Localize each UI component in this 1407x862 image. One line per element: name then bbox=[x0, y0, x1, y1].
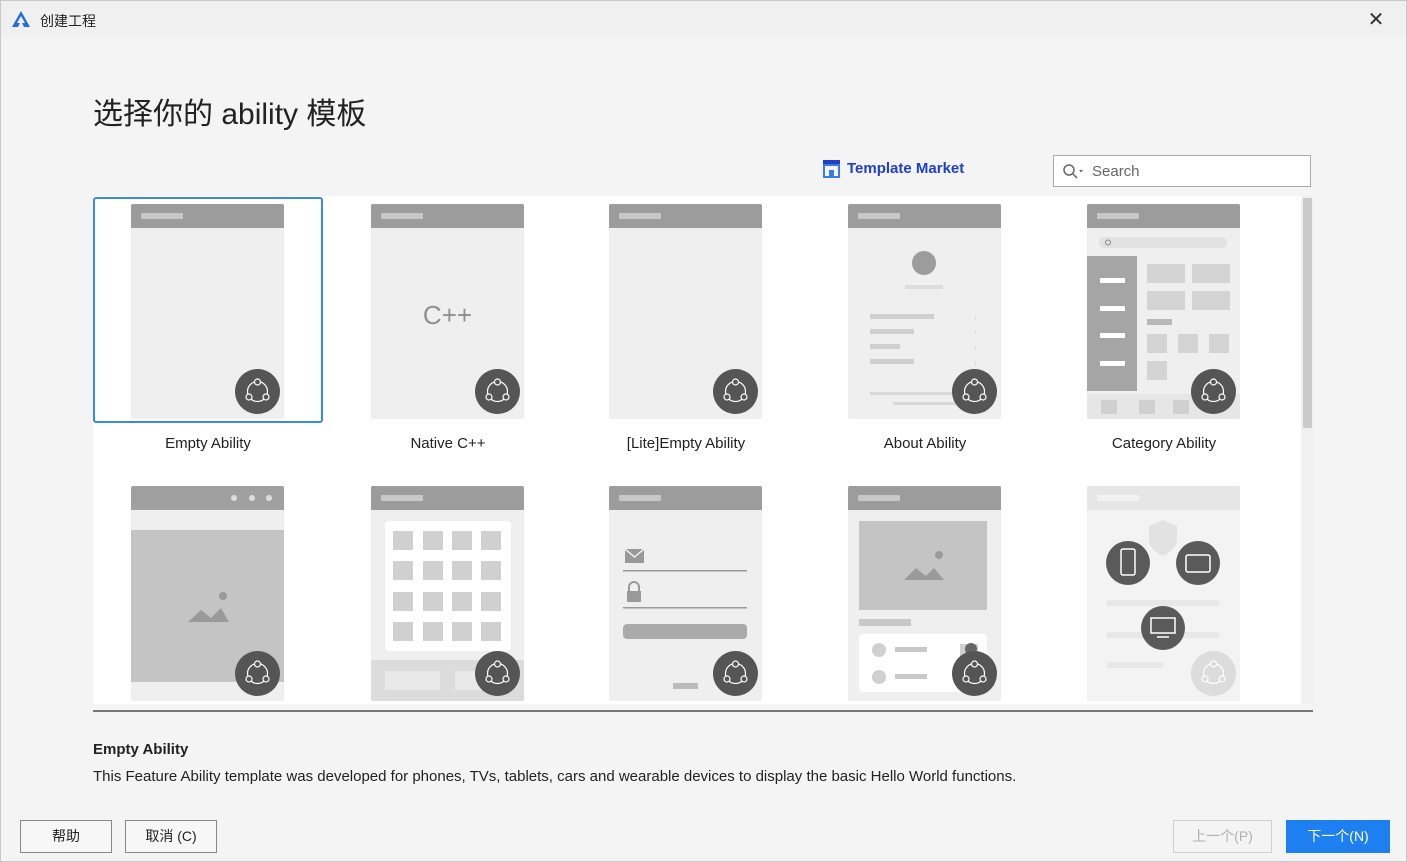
template-label: Empty Ability bbox=[165, 435, 251, 452]
cancel-button[interactable]: 取消 (C) bbox=[125, 820, 217, 853]
template-thumbnail bbox=[371, 486, 524, 701]
template-market-link[interactable]: Template Market bbox=[822, 159, 964, 178]
ability-hub-icon bbox=[952, 369, 997, 414]
svg-text:›: › bbox=[974, 313, 977, 322]
template-card-empty-ability[interactable]: Empty Ability bbox=[93, 197, 323, 452]
template-label: Native C++ bbox=[410, 435, 486, 452]
divider bbox=[93, 710, 1313, 712]
scroll-thumb[interactable] bbox=[1303, 198, 1312, 428]
ability-hub-icon bbox=[1191, 369, 1236, 414]
next-button[interactable]: 下一个(N) bbox=[1286, 820, 1390, 853]
template-card-lite-empty-ability[interactable]: [Lite]Empty Ability bbox=[571, 197, 801, 452]
template-label: Category Ability bbox=[1111, 435, 1217, 452]
store-icon bbox=[823, 160, 840, 178]
description-text: This Feature Ability template was develo… bbox=[93, 768, 1017, 785]
template-thumbnail bbox=[609, 486, 762, 701]
svg-text:›: › bbox=[974, 358, 977, 367]
template-label: [Lite]Empty Ability bbox=[626, 435, 746, 452]
svg-text:›: › bbox=[974, 343, 977, 352]
template-label: About Ability bbox=[883, 435, 967, 452]
previous-button[interactable]: 上一个(P) bbox=[1173, 820, 1272, 853]
search-input[interactable] bbox=[1092, 161, 1302, 181]
template-thumbnail bbox=[1087, 204, 1240, 419]
template-card-image-viewer[interactable] bbox=[93, 479, 323, 704]
template-market-label: Template Market bbox=[847, 160, 965, 177]
ability-hub-icon bbox=[475, 651, 520, 696]
description-title: Empty Ability bbox=[93, 741, 189, 758]
ability-hub-icon bbox=[235, 369, 280, 414]
search-icon bbox=[1063, 164, 1083, 179]
template-thumbnail bbox=[131, 204, 284, 419]
template-card-login[interactable] bbox=[571, 479, 801, 704]
svg-text:›: › bbox=[974, 328, 977, 337]
template-card-grid[interactable] bbox=[333, 479, 563, 704]
ability-hub-icon bbox=[713, 651, 758, 696]
title-bar: 创建工程 ✕ bbox=[1, 1, 1406, 37]
page-title: 选择你的 ability 模板 bbox=[93, 98, 367, 131]
ability-hub-icon bbox=[1191, 651, 1236, 696]
app-logo-icon bbox=[12, 11, 30, 27]
help-button[interactable]: 帮助 bbox=[20, 820, 112, 853]
ability-hub-icon bbox=[952, 651, 997, 696]
window-title: 创建工程 bbox=[40, 13, 96, 29]
template-thumbnail bbox=[609, 204, 762, 419]
template-card-multi-device[interactable] bbox=[1049, 479, 1279, 704]
search-box[interactable] bbox=[1053, 155, 1311, 187]
close-icon[interactable]: ✕ bbox=[1363, 7, 1389, 33]
template-card-about-ability[interactable]: › › › › About Ability bbox=[810, 197, 1040, 452]
template-thumbnail bbox=[1087, 486, 1240, 701]
template-thumbnail bbox=[131, 486, 284, 701]
ability-hub-icon bbox=[235, 651, 280, 696]
template-card-native-cpp[interactable]: C++ Native C++ bbox=[333, 197, 563, 452]
cpp-glyph: C++ bbox=[422, 300, 473, 330]
template-card-list-detail[interactable] bbox=[810, 479, 1040, 704]
ability-hub-icon bbox=[475, 369, 520, 414]
template-thumbnail: › › › › bbox=[848, 204, 1001, 419]
template-grid-scrollbar[interactable] bbox=[1301, 196, 1314, 704]
template-card-category-ability[interactable]: Category Ability bbox=[1049, 197, 1279, 452]
ability-hub-icon bbox=[713, 369, 758, 414]
template-thumbnail bbox=[848, 486, 1001, 701]
template-grid: Empty Ability C++ Native C++ [Lite]Empty… bbox=[93, 196, 1301, 704]
template-thumbnail: C++ bbox=[371, 204, 524, 419]
